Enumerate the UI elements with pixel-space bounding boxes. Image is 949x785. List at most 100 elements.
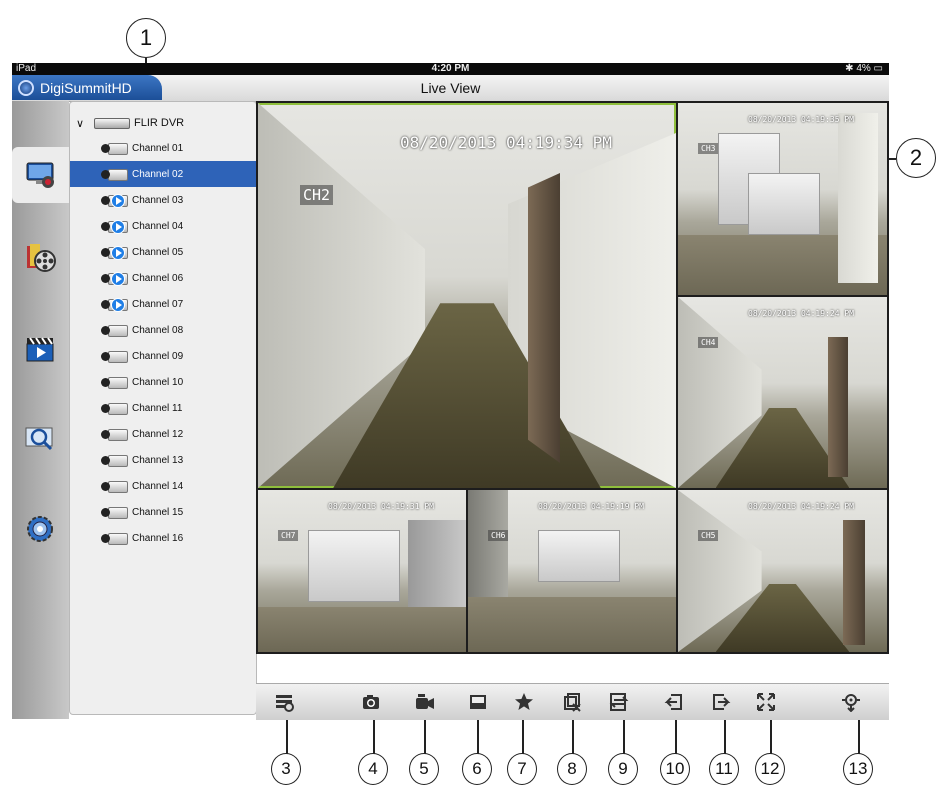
- camera-icon: [100, 531, 128, 545]
- callout-12: 12: [755, 753, 785, 785]
- callout-13: 13: [843, 753, 873, 785]
- channel-row[interactable]: Channel 02: [70, 161, 256, 187]
- feed-timestamp: 08/20/2013 04:19:24 PM: [748, 502, 854, 511]
- live-view-grid: 08/20/2013 04:19:34 PM CH2 08/20/2013 04…: [256, 101, 889, 654]
- callout-5: 5: [409, 753, 439, 785]
- camera-icon: [100, 427, 128, 441]
- callout-4: 4: [358, 753, 388, 785]
- callout-leader: [623, 720, 625, 754]
- feed-timestamp: 08/20/2013 04:19:35 PM: [748, 115, 854, 124]
- channel-label: Channel 07: [132, 298, 184, 310]
- camera-playing-icon: [100, 193, 128, 208]
- search-image-icon[interactable]: [20, 419, 60, 459]
- feed-channel-label: CH3: [698, 143, 719, 154]
- settings-gear-icon[interactable]: [20, 509, 60, 549]
- camera-feed-7[interactable]: 08/20/2013 04:19:31 PM CH7: [258, 490, 466, 652]
- channel-row[interactable]: Channel 01: [70, 135, 256, 161]
- channel-row[interactable]: Channel 05: [70, 239, 256, 265]
- camera-icon: [100, 479, 128, 493]
- callout-7: 7: [507, 753, 537, 785]
- callout-leader: [424, 720, 426, 754]
- page-title: Live View: [420, 80, 481, 96]
- side-rail: [12, 101, 69, 719]
- channel-label: Channel 11: [132, 402, 183, 414]
- camera-playing-icon: [100, 297, 128, 312]
- device-name: FLIR DVR: [134, 117, 185, 129]
- feed-timestamp: 08/20/2013 04:19:34 PM: [400, 133, 612, 152]
- feed-channel-label: CH2: [300, 185, 334, 205]
- camera-icon: [100, 505, 128, 519]
- feed-timestamp: 08/20/2013 04:19:19 PM: [538, 502, 644, 511]
- status-bar: iPad 4:20 PM ✱ 4% ▭: [12, 63, 889, 75]
- previous-page-icon[interactable]: [664, 692, 684, 712]
- fullscreen-icon[interactable]: [756, 692, 776, 712]
- next-page-icon[interactable]: [711, 692, 731, 712]
- channel-label: Channel 16: [132, 532, 184, 544]
- channel-row[interactable]: Channel 07: [70, 291, 256, 317]
- camera-playing-icon: [100, 219, 128, 234]
- channel-row[interactable]: Channel 11: [70, 395, 256, 421]
- camera-icon: [100, 453, 128, 467]
- ptz-control-icon[interactable]: [841, 692, 861, 712]
- channel-label: Channel 06: [132, 272, 184, 284]
- feed-channel-label: CH4: [698, 337, 719, 348]
- callout-leader: [858, 720, 860, 754]
- channel-row[interactable]: Channel 13: [70, 447, 256, 473]
- channel-label: Channel 08: [132, 324, 184, 336]
- channel-row[interactable]: Channel 04: [70, 213, 256, 239]
- split-screen-icon[interactable]: [468, 692, 488, 712]
- callout-9: 9: [608, 753, 638, 785]
- channel-row[interactable]: Channel 14: [70, 473, 256, 499]
- callout-leader: [477, 720, 479, 754]
- channel-row[interactable]: Channel 12: [70, 421, 256, 447]
- snapshot-camera-icon[interactable]: [361, 692, 381, 712]
- channel-label: Channel 01: [132, 142, 184, 154]
- channel-label: Channel 12: [132, 428, 184, 440]
- favorite-star-icon[interactable]: [514, 692, 534, 712]
- channel-row[interactable]: Channel 15: [70, 499, 256, 525]
- video-clapper-icon[interactable]: [20, 329, 60, 369]
- callout-leader: [522, 720, 524, 754]
- callout-leader: [286, 720, 288, 754]
- camera-playing-icon: [100, 167, 128, 181]
- camera-icon: [100, 323, 128, 337]
- feed-timestamp: 08/20/2013 04:19:31 PM: [328, 502, 434, 511]
- title-bar: DigiSummitHD Live View: [12, 75, 889, 102]
- callout-leader: [724, 720, 726, 754]
- channel-row[interactable]: Channel 10: [70, 369, 256, 395]
- feed-channel-label: CH5: [698, 530, 719, 541]
- channel-label: Channel 13: [132, 454, 184, 466]
- camera-feed-5[interactable]: 08/20/2013 04:19:24 PM CH5: [678, 490, 887, 652]
- callout-11: 11: [709, 753, 739, 785]
- channel-label: Channel 04: [132, 220, 184, 232]
- camera-feed-4[interactable]: 08/20/2013 04:19:24 PM CH4: [678, 297, 887, 488]
- feed-channel-label: CH6: [488, 530, 509, 541]
- camera-playing-icon: [100, 245, 128, 260]
- dvr-device-icon: [94, 117, 130, 129]
- status-time: 4:20 PM: [431, 63, 470, 74]
- close-all-icon[interactable]: [562, 692, 582, 712]
- camera-icon: [100, 375, 128, 389]
- channel-row[interactable]: Channel 08: [70, 317, 256, 343]
- channel-row[interactable]: Channel 03: [70, 187, 256, 213]
- swap-stream-icon[interactable]: [609, 692, 629, 712]
- chevron-down-icon[interactable]: ∨: [76, 117, 88, 130]
- callout-6: 6: [462, 753, 492, 785]
- camera-playing-icon: [100, 271, 128, 286]
- channel-row[interactable]: Channel 09: [70, 343, 256, 369]
- device-row[interactable]: ∨ FLIR DVR: [70, 111, 184, 135]
- record-video-icon[interactable]: [415, 692, 435, 712]
- camera-feed-3[interactable]: 08/20/2013 04:19:35 PM CH3: [678, 103, 887, 295]
- camera-feed-6[interactable]: 08/20/2013 04:19:19 PM CH6: [468, 490, 676, 652]
- camera-icon: [100, 401, 128, 415]
- live-view-monitor-icon[interactable]: [12, 147, 69, 203]
- callout-10: 10: [660, 753, 690, 785]
- channel-row[interactable]: Channel 16: [70, 525, 256, 551]
- playback-film-reel-icon[interactable]: [20, 237, 60, 277]
- camera-icon: [100, 141, 128, 155]
- channel-label: Channel 10: [132, 376, 184, 388]
- channel-label: Channel 05: [132, 246, 184, 258]
- channel-row[interactable]: Channel 06: [70, 265, 256, 291]
- layout-menu-icon[interactable]: [274, 692, 294, 712]
- camera-feed-main[interactable]: 08/20/2013 04:19:34 PM CH2: [258, 103, 676, 488]
